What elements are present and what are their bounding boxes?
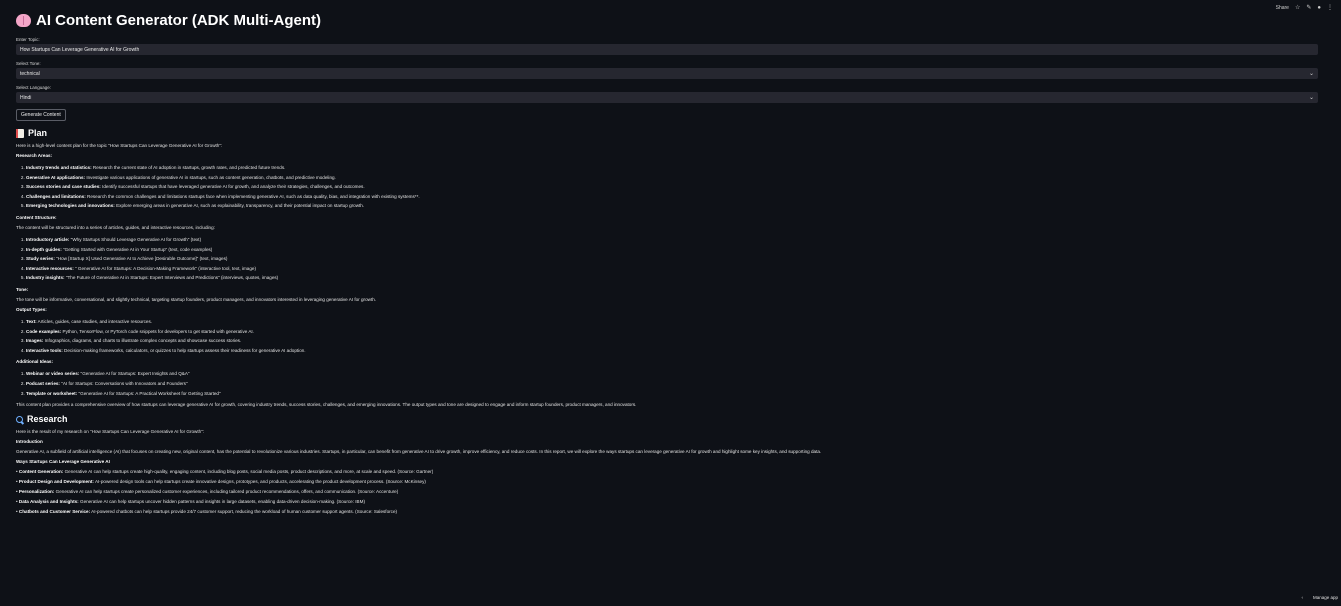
- kebab-menu-icon[interactable]: ⋮: [1327, 5, 1333, 11]
- additional-ideas-list: Webinar or video series: "Generative AI …: [16, 369, 1318, 398]
- document-icon: [16, 128, 24, 138]
- plan-heading-row: Plan: [16, 127, 1318, 139]
- tone-select[interactable]: technical ⌄: [16, 68, 1318, 79]
- list-item: • Chatbots and Customer Service: AI-powe…: [16, 509, 398, 515]
- magnifier-icon: [16, 415, 23, 423]
- tone-label: Select Tone:: [16, 61, 41, 66]
- list-item: Challenges and limitations: Research the…: [26, 192, 1318, 202]
- chevron-left-icon[interactable]: ‹: [1301, 595, 1303, 600]
- list-item: Code examples: Python, TensorFlow, or Py…: [26, 327, 1318, 337]
- topic-input[interactable]: How Startups Can Leverage Generative AI …: [16, 44, 1318, 55]
- manage-app-bar: ‹ Manage app: [1301, 595, 1338, 600]
- topic-label: Enter Topic:: [16, 37, 40, 42]
- list-item: Template or worksheet: "Generative AI fo…: [26, 389, 1318, 399]
- list-item: Success stories and case studies: Identi…: [26, 182, 1318, 192]
- list-item: In-depth guides: "Getting Started with G…: [26, 245, 1318, 255]
- plan-section: Here is a high-level content plan for th…: [16, 139, 1318, 408]
- list-item: Interactive tools: Decision-making frame…: [26, 346, 1318, 356]
- language-select[interactable]: Hindi ⌄: [16, 92, 1318, 103]
- page-title: AI Content Generator (ADK Multi-Agent): [36, 12, 321, 29]
- plan-heading: Plan: [28, 128, 48, 138]
- manage-app-button[interactable]: Manage app: [1313, 595, 1338, 600]
- list-item: Interactive resources: " Generative AI f…: [26, 264, 1318, 274]
- chevron-down-icon: ⌄: [1308, 95, 1314, 101]
- research-section: Here is the result of my research on "Ho…: [16, 425, 1318, 515]
- list-item: Images: Infographics, diagrams, and char…: [26, 336, 1318, 346]
- chevron-down-icon: ⌄: [1308, 71, 1314, 77]
- tone-select-value: technical: [20, 70, 40, 77]
- research-areas-list: Industry trends and statistics: Research…: [16, 163, 1318, 211]
- generate-content-button[interactable]: Generate Content: [16, 109, 66, 121]
- list-item: Text: Articles, guides, case studies, an…: [26, 317, 1318, 327]
- output-types-list: Text: Articles, guides, case studies, an…: [16, 317, 1318, 355]
- language-select-value: Hindi: [20, 94, 32, 101]
- main-content: AI Content Generator (ADK Multi-Agent) E…: [16, 10, 1318, 515]
- list-item: Industry insights: "The Future of Genera…: [26, 273, 1318, 283]
- list-item: Generative AI applications: Investigate …: [26, 173, 1318, 183]
- brain-icon: [16, 14, 31, 27]
- page-title-row: AI Content Generator (ADK Multi-Agent): [16, 10, 1318, 31]
- list-item: Study series: "How [Startup X] Used Gene…: [26, 254, 1318, 264]
- list-item: Industry trends and statistics: Research…: [26, 163, 1318, 173]
- list-item: Webinar or video series: "Generative AI …: [26, 369, 1318, 379]
- list-item: Podcast series: "AI for Startups: Conver…: [26, 379, 1318, 389]
- topic-input-value: How Startups Can Leverage Generative AI …: [20, 46, 140, 53]
- list-item: Emerging technologies and innovations: E…: [26, 201, 1318, 211]
- content-structure-list: Introductory article: "Why Startups Shou…: [16, 235, 1318, 283]
- research-heading: Research: [27, 414, 68, 425]
- list-item: Introductory article: "Why Startups Shou…: [26, 235, 1318, 245]
- research-heading-row: Research: [16, 413, 1318, 425]
- language-label: Select Language:: [16, 85, 52, 90]
